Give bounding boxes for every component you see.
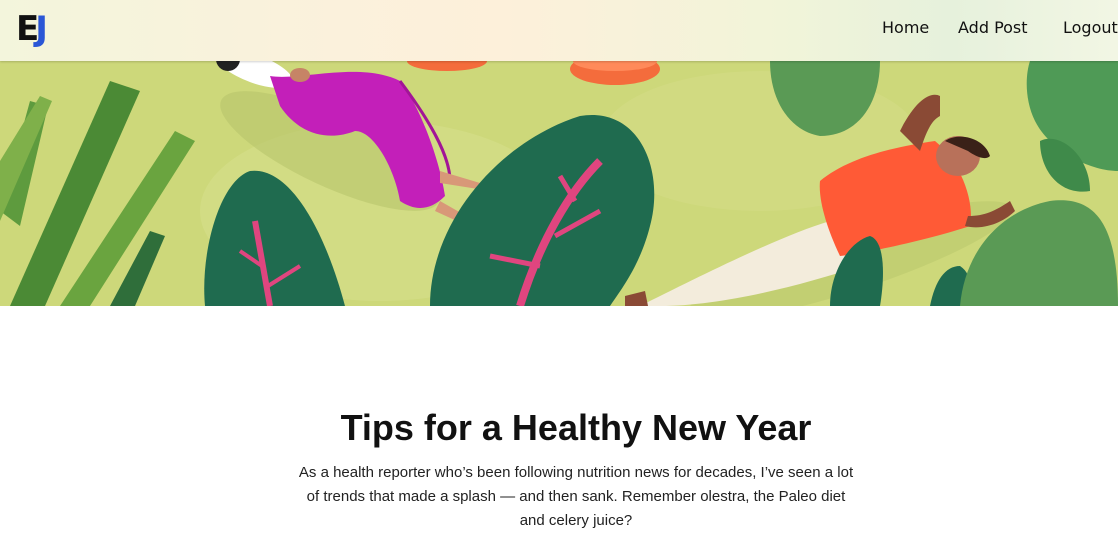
logo-letter-j: J <box>35 9 48 49</box>
hero-image <box>0 61 1118 306</box>
nav-add-post-link[interactable]: Add Post <box>958 18 1028 38</box>
post-title: Tips for a Healthy New Year <box>340 407 812 449</box>
site-logo[interactable]: EJ <box>16 11 60 47</box>
hero-illustration <box>0 61 1118 306</box>
logo-letter-e: E <box>16 9 39 49</box>
navbar: EJ Home Add Post Logout <box>0 0 1118 61</box>
post-excerpt: As a health reporter who’s been followin… <box>298 464 854 529</box>
nav-logout-link[interactable]: Logout <box>1063 18 1118 38</box>
nav-home-link[interactable]: Home <box>882 18 929 38</box>
